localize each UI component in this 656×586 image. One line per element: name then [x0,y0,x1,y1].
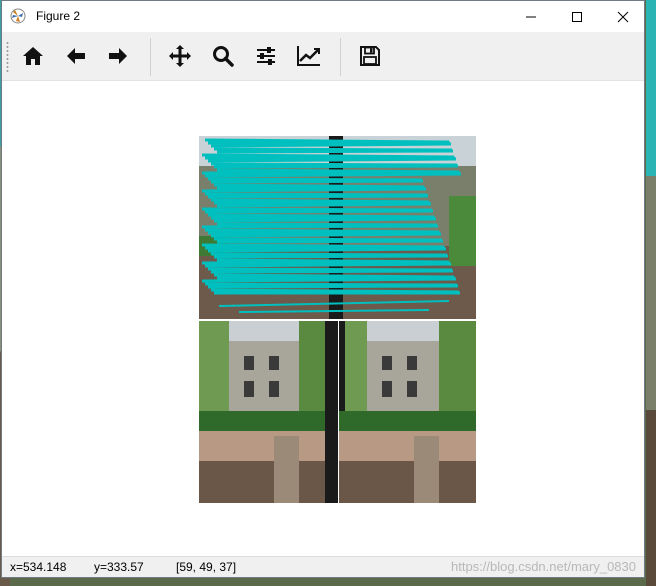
house-image-panel-right [339,321,476,503]
close-button[interactable] [600,1,646,32]
scribble-stroke [213,217,437,223]
status-bar: x=534.148 y=333.57 [59, 49, 37] https://… [2,556,644,577]
matplotlib-app-icon [10,8,26,24]
back-button[interactable] [60,40,92,72]
home-button[interactable] [17,40,49,72]
cursor-y-readout: y=333.57 [94,560,144,574]
scribble-stroke [201,224,439,229]
arrow-left-icon [67,48,85,64]
scribble-stroke [207,284,459,289]
sliders-icon [257,47,275,65]
scribble-stroke [201,187,427,193]
scribble-stroke [204,172,462,178]
minimize-icon [526,16,536,17]
home-icon [23,47,43,65]
scribble-stroke [204,262,452,268]
scribble-stroke [213,164,459,169]
background-desktop-right [646,0,656,586]
scribble-stroke [213,254,449,259]
scribble-stroke [216,239,444,244]
toolbar-separator [150,38,151,76]
pan-button[interactable] [164,40,196,72]
figure-canvas[interactable] [2,81,644,557]
navigation-toolbar [2,32,644,81]
maximize-icon [572,11,582,22]
pixel-value-readout: [59, 49, 37] [176,560,237,574]
scribble-stroke [210,142,452,148]
zoom-button[interactable] [207,40,239,72]
floppy-disk-icon [360,46,380,66]
scribble-stroke [216,149,454,154]
chart-line-icon [297,46,320,66]
save-button[interactable] [354,40,386,72]
edit-axis-button[interactable] [293,40,325,72]
toolbar-grip[interactable] [6,41,9,73]
house-image-panel-left [199,321,338,503]
scribble-stroke [204,209,434,214]
minimize-button[interactable] [508,1,554,32]
magnifier-icon [213,46,234,67]
window-title: Figure 2 [36,9,81,23]
scribble-stroke [210,179,424,184]
maximize-button[interactable] [554,1,600,32]
cursor-x-readout: x=534.148 [10,560,67,574]
scribble-stroke [210,269,454,274]
move-icon [169,45,191,67]
scribbled-image-panel [199,136,476,319]
watermark-text: https://blog.csdn.net/mary_0830 [450,559,636,574]
title-bar[interactable]: Figure 2 [2,1,644,32]
arrow-right-icon [109,48,127,64]
scribble-stroke [207,247,447,253]
close-icon [617,11,629,22]
cyan-scribbles [201,138,462,313]
scribble-stroke [210,232,442,238]
scribble-stroke [207,194,429,199]
scribble-stroke [216,202,432,208]
forward-button[interactable] [102,40,134,72]
toolbar-separator [340,38,341,76]
scribble-stroke [207,157,457,163]
figure-window: Figure 2 x=534.148 y=333.57 [59, 49, 37]… [1,0,645,578]
subplots-button[interactable] [250,40,282,72]
scribble-stroke [201,277,457,283]
